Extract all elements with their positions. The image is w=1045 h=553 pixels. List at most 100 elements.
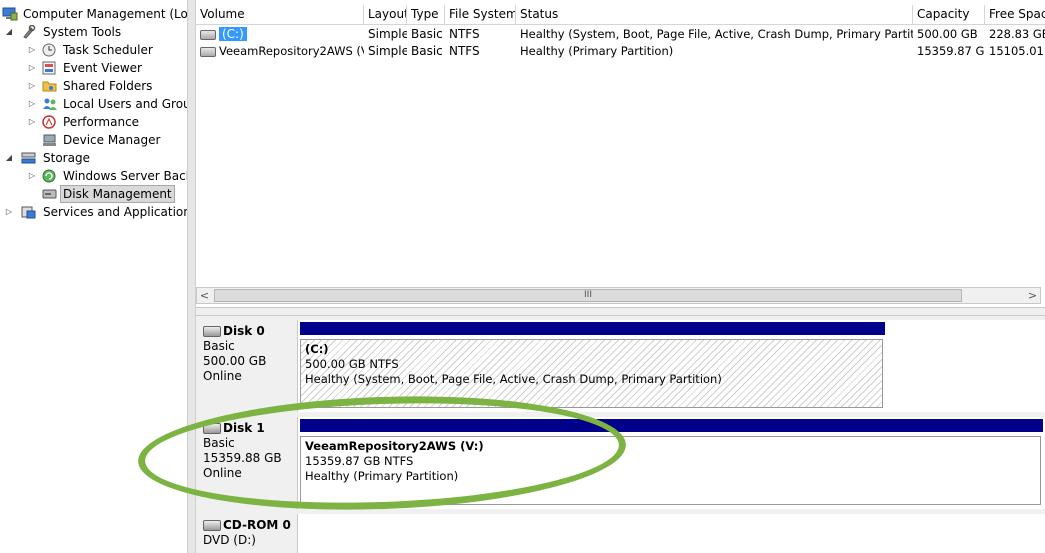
- disk-0-partitions: (C:) 500.00 GB NTFS Healthy (System, Boo…: [297, 320, 1045, 412]
- tree-item-shared-folders[interactable]: ▷ Shared Folders: [0, 77, 187, 95]
- scrollbar-thumb[interactable]: III: [214, 289, 962, 302]
- free-space-cell: 15105.01 GB: [989, 44, 1045, 58]
- table-row[interactable]: (C:) Simple Basic NTFS Healthy (System, …: [196, 25, 1045, 43]
- tree-item-label: Windows Server Backup: [63, 169, 187, 183]
- capacity-cell: 15359.87 GB: [917, 44, 985, 58]
- column-header-capacity[interactable]: Capacity: [913, 5, 985, 24]
- scroll-left-icon[interactable]: <: [197, 288, 212, 303]
- partition-status: Healthy (Primary Partition): [305, 469, 459, 483]
- cdrom-0-partitions: [297, 514, 1045, 553]
- scroll-right-icon[interactable]: >: [1025, 288, 1040, 303]
- partition-body: (C:) 500.00 GB NTFS Healthy (System, Boo…: [300, 339, 883, 408]
- file-system-cell: NTFS: [449, 44, 480, 58]
- table-row[interactable]: VeeamRepository2AWS (V:) Simple Basic NT…: [196, 42, 1045, 60]
- layout-cell: Simple: [368, 44, 407, 58]
- drive-icon: [200, 46, 216, 57]
- column-header-volume[interactable]: Volume: [196, 5, 364, 24]
- horizontal-splitter[interactable]: [196, 307, 1045, 316]
- collapsed-arrow-icon[interactable]: ▷: [4, 203, 14, 221]
- disk-state: Online: [203, 369, 242, 383]
- disk-type: Basic: [203, 436, 235, 450]
- column-header-file-system[interactable]: File System: [445, 5, 516, 24]
- disk-state: Online: [203, 466, 242, 480]
- column-header-free-space[interactable]: Free Spac: [985, 5, 1045, 24]
- tree-item-label: Disk Management: [60, 185, 175, 203]
- layout-cell: Simple: [368, 27, 407, 41]
- pane-splitter[interactable]: [187, 0, 196, 553]
- partition-size: 500.00 GB NTFS: [305, 357, 399, 371]
- tree-item-event-viewer[interactable]: ▷ Event Viewer: [0, 59, 187, 77]
- horizontal-scrollbar[interactable]: < III >: [196, 287, 1041, 304]
- partition-c[interactable]: (C:) 500.00 GB NTFS Healthy (System, Boo…: [298, 322, 885, 411]
- disk-name: CD-ROM 0: [223, 518, 291, 532]
- disk-management-icon: [42, 187, 58, 201]
- cdrom-0-info[interactable]: CD-ROM 0 DVD (D:): [196, 514, 297, 553]
- partition-bar: [300, 419, 1043, 432]
- disk-icon: [203, 326, 221, 337]
- tree-item-label: Performance: [63, 115, 140, 129]
- partition-bar: [300, 322, 885, 335]
- disk-1-partitions: VeeamRepository2AWS (V:) 15359.87 GB NTF…: [297, 417, 1045, 509]
- partition-name: (C:): [305, 342, 329, 356]
- disk-icon: [203, 423, 221, 434]
- cdrom-icon: [203, 520, 221, 531]
- tree-item-services-applications[interactable]: ▷ Services and Applications: [0, 203, 187, 221]
- column-header-status[interactable]: Status: [516, 5, 913, 24]
- status-cell: Healthy (Primary Partition): [520, 44, 674, 58]
- column-header-type[interactable]: Type: [407, 5, 445, 24]
- tools-icon: [21, 24, 37, 39]
- tree-item-system-tools[interactable]: ◢ System Tools: [0, 23, 187, 41]
- volume-name: (C:): [219, 27, 247, 41]
- collapsed-arrow-icon[interactable]: ▷: [27, 41, 37, 59]
- services-icon: [21, 205, 37, 219]
- collapsed-arrow-icon[interactable]: ▷: [27, 113, 37, 131]
- volume-cell: (C:): [196, 25, 364, 43]
- tree-item-task-scheduler[interactable]: ▷ Task Scheduler: [0, 41, 187, 59]
- users-icon: [42, 97, 58, 111]
- partition-v[interactable]: VeeamRepository2AWS (V:) 15359.87 GB NTF…: [298, 419, 1043, 508]
- computer-management-icon: [2, 7, 18, 21]
- volume-list-header: Volume Layout Type File System Status Ca…: [196, 5, 1045, 25]
- navigation-tree: Computer Management (Local ◢ System Tool…: [0, 0, 187, 553]
- tree-item-label: Event Viewer: [63, 61, 142, 75]
- status-cell: Healthy (System, Boot, Page File, Active…: [520, 27, 913, 41]
- partition-status: Healthy (System, Boot, Page File, Active…: [305, 372, 722, 386]
- tree-item-label: Services and Applications: [43, 205, 187, 219]
- collapsed-arrow-icon[interactable]: ▷: [27, 77, 37, 95]
- disk-size: 15359.88 GB: [203, 451, 282, 465]
- collapsed-arrow-icon[interactable]: ▷: [27, 95, 37, 113]
- collapsed-arrow-icon[interactable]: ▷: [27, 59, 37, 77]
- event-viewer-icon: [42, 61, 58, 75]
- tree-item-local-users[interactable]: ▷ Local Users and Groups: [0, 95, 187, 113]
- volume-cell: VeeamRepository2AWS (V:): [196, 42, 364, 60]
- disk-type: Basic: [203, 339, 235, 353]
- capacity-cell: 500.00 GB: [917, 27, 978, 41]
- tree-item-disk-management[interactable]: Disk Management: [0, 185, 187, 203]
- column-header-layout[interactable]: Layout: [364, 5, 407, 24]
- disk-1-info[interactable]: Disk 1 Basic 15359.88 GB Online: [196, 417, 297, 509]
- tree-item-label: Shared Folders: [63, 79, 153, 93]
- performance-icon: [42, 115, 58, 129]
- disk-graphical-view: Disk 0 Basic 500.00 GB Online (C:) 500.0…: [196, 316, 1045, 553]
- tree-item-windows-server-backup[interactable]: ▷ Windows Server Backup: [0, 167, 187, 185]
- tree-item-storage[interactable]: ◢ Storage: [0, 149, 187, 167]
- shared-folder-icon: [42, 79, 58, 93]
- expanded-arrow-icon[interactable]: ◢: [4, 149, 14, 167]
- type-cell: Basic: [411, 27, 443, 41]
- partition-size: 15359.87 GB NTFS: [305, 454, 414, 468]
- tree-item-label: System Tools: [43, 25, 122, 39]
- expanded-arrow-icon[interactable]: ◢: [4, 23, 14, 41]
- tree-item-performance[interactable]: ▷ Performance: [0, 113, 187, 131]
- disk-type: DVD (D:): [203, 533, 256, 547]
- disk-name: Disk 0: [223, 324, 265, 338]
- partition-name: VeeamRepository2AWS (V:): [305, 439, 484, 453]
- disk-0-info[interactable]: Disk 0 Basic 500.00 GB Online: [196, 320, 297, 412]
- tree-item-label: Local Users and Groups: [63, 97, 187, 111]
- tree-item-device-manager[interactable]: Device Manager: [0, 131, 187, 149]
- tree-item-label: Device Manager: [63, 133, 161, 147]
- type-cell: Basic: [411, 44, 443, 58]
- partition-body: VeeamRepository2AWS (V:) 15359.87 GB NTF…: [300, 436, 1041, 505]
- tree-item-label: Task Scheduler: [63, 43, 153, 57]
- collapsed-arrow-icon[interactable]: ▷: [27, 167, 37, 185]
- tree-item-computer-management[interactable]: Computer Management (Local: [0, 5, 187, 23]
